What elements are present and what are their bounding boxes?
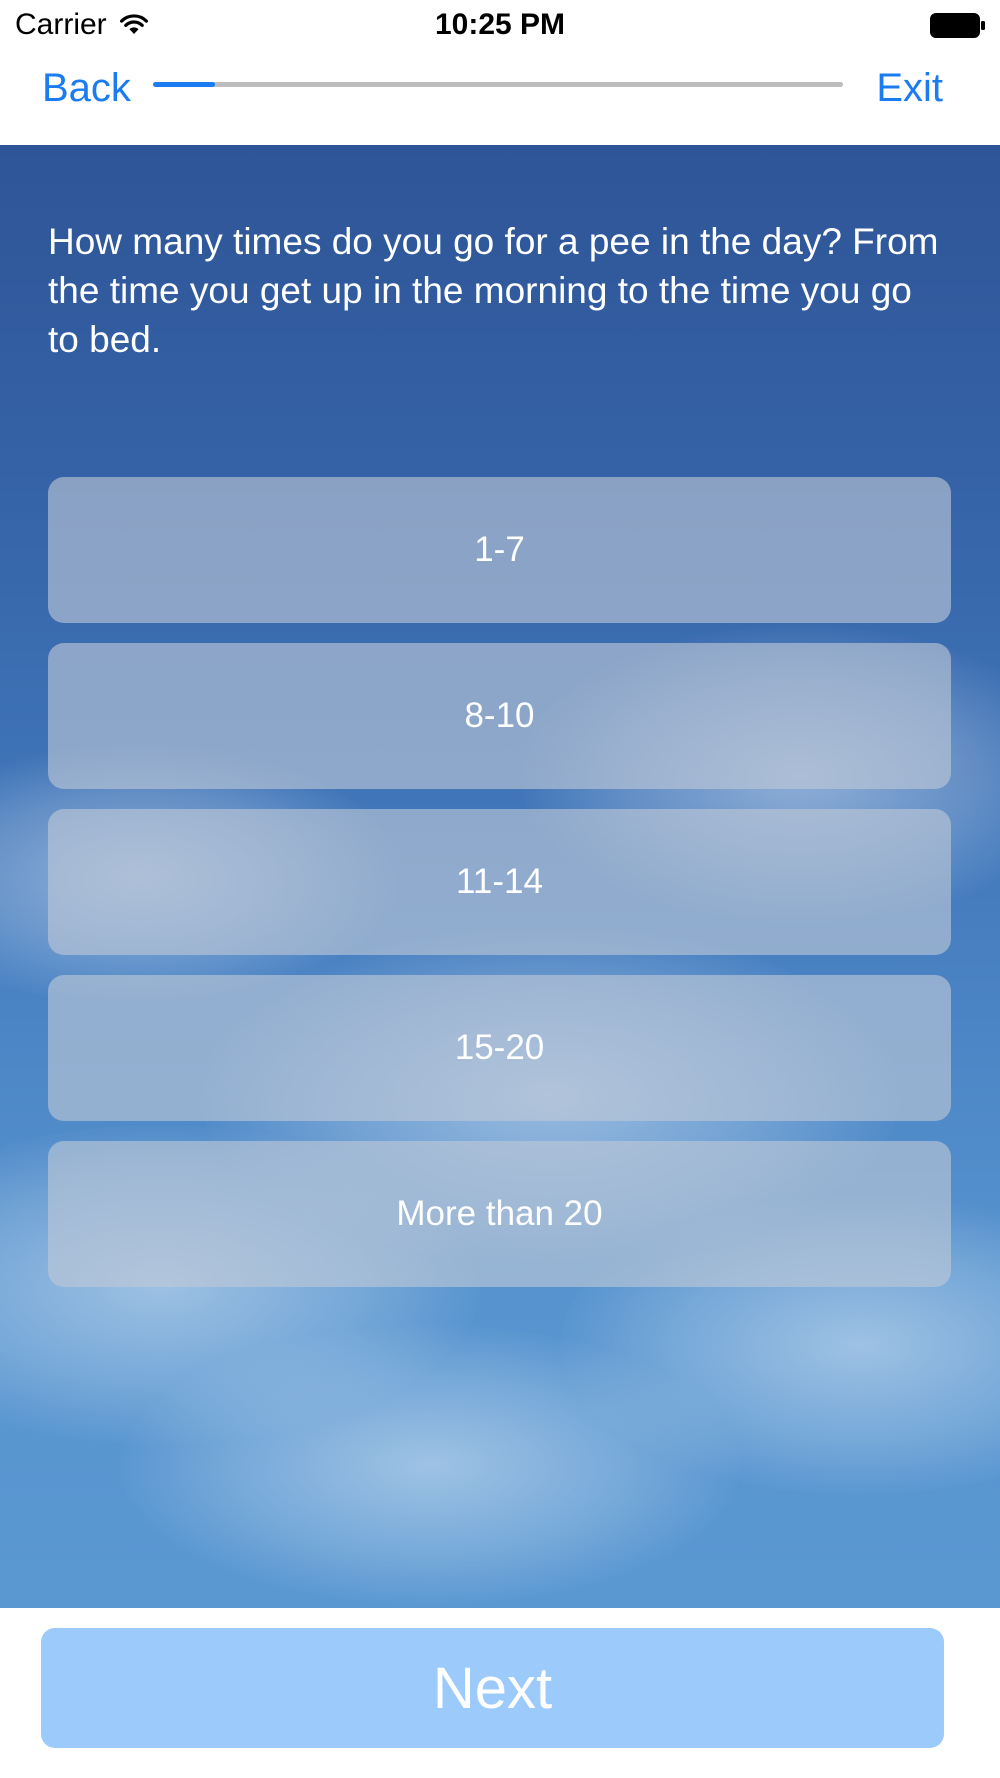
- battery-icon: [930, 13, 986, 44]
- progress-bar: [153, 82, 843, 87]
- answer-option-11-14[interactable]: 11-14: [48, 809, 951, 955]
- footer-bar: Next: [0, 1608, 1000, 1778]
- back-button[interactable]: Back: [42, 66, 131, 111]
- answer-option-15-20[interactable]: 15-20: [48, 975, 951, 1121]
- answer-option-1-7[interactable]: 1-7: [48, 477, 951, 623]
- next-button[interactable]: Next: [41, 1628, 944, 1748]
- cloud: [120, 1325, 740, 1605]
- status-time: 10:25 PM: [434, 8, 566, 41]
- sky-background: How many times do you go for a pee in th…: [0, 145, 1000, 1608]
- progress-fill: [153, 82, 216, 87]
- nav-bar: Back Exit: [0, 52, 1000, 145]
- answer-list: 1-7 8-10 11-14 15-20 More than 20: [48, 477, 951, 1307]
- question-text: How many times do you go for a pee in th…: [48, 221, 939, 360]
- answer-option-more-than-20[interactable]: More than 20: [48, 1141, 951, 1287]
- answer-option-8-10[interactable]: 8-10: [48, 643, 951, 789]
- exit-button[interactable]: Exit: [876, 66, 943, 111]
- status-bar: Carrier 10:25 PM: [0, 0, 1000, 52]
